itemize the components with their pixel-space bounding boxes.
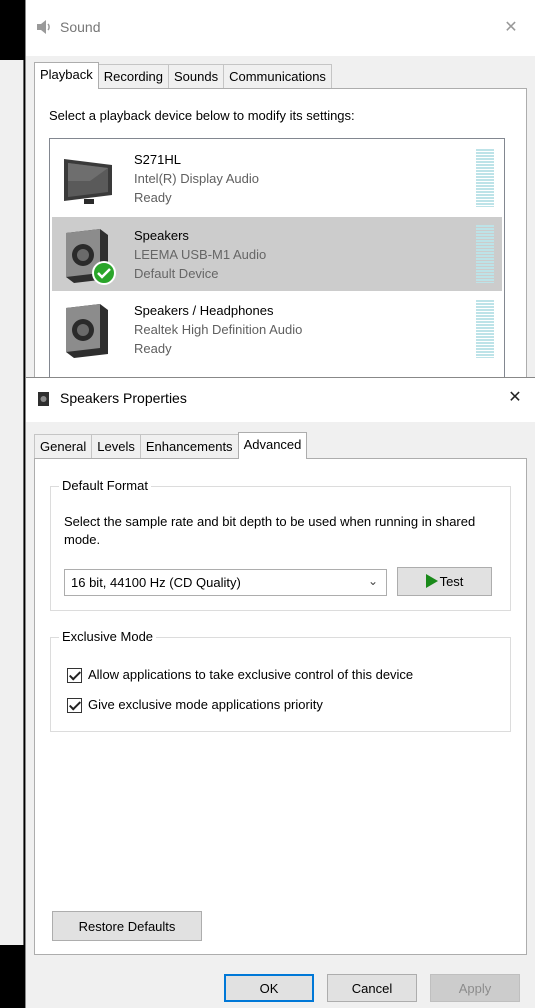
speakers-properties-window: Speakers Properties ✕ General Levels Enh… — [25, 377, 535, 1008]
device-driver: Realtek High Definition Audio — [134, 322, 303, 337]
tab-general[interactable]: General — [34, 434, 93, 459]
restore-defaults-button[interactable]: Restore Defaults — [52, 911, 202, 941]
speaker-icon — [60, 302, 118, 360]
sound-window: Sound ✕ Playback Recording Sounds Commun… — [25, 0, 535, 538]
sound-tabs: Playback Recording Sounds Communications — [34, 62, 332, 89]
tab-levels[interactable]: Levels — [91, 434, 141, 459]
speaker-icon — [60, 227, 118, 285]
device-status: Ready — [134, 190, 172, 205]
format-select[interactable]: 16 bit, 44100 Hz (CD Quality) ⌄ — [64, 569, 387, 596]
tab-playback[interactable]: Playback — [34, 62, 99, 89]
device-item-speakers[interactable]: Speakers LEEMA USB-M1 Audio Default Devi… — [52, 217, 502, 291]
checkbox-checked-icon[interactable] — [67, 668, 82, 683]
default-format-description: Select the sample rate and bit depth to … — [64, 514, 476, 547]
tab-advanced[interactable]: Advanced — [237, 432, 308, 459]
exclusive-mode-legend: Exclusive Mode — [59, 629, 157, 644]
device-item-s271hl[interactable]: S271HL Intel(R) Display Audio Ready — [52, 141, 502, 215]
monitor-icon — [60, 151, 118, 209]
speaker-app-icon — [36, 391, 52, 407]
checkbox-checked-icon[interactable] — [67, 698, 82, 713]
level-meter — [476, 149, 494, 207]
device-status: Default Device — [134, 266, 219, 281]
ok-button[interactable]: OK — [224, 974, 314, 1002]
tab-enhancements[interactable]: Enhancements — [139, 434, 239, 459]
checkbox-label[interactable]: Allow applications to take exclusive con… — [88, 667, 413, 682]
tab-sounds[interactable]: Sounds — [168, 64, 225, 89]
device-driver: LEEMA USB-M1 Audio — [134, 247, 267, 262]
level-meter — [476, 225, 494, 283]
default-format-group: Default Format Select the sample rate an… — [50, 478, 511, 611]
test-button-label: Test — [439, 574, 464, 589]
background-window-edge — [0, 60, 24, 945]
exclusive-mode-group: Exclusive Mode Allow applications to tak… — [50, 629, 511, 732]
advanced-panel: Default Format Select the sample rate an… — [34, 458, 527, 955]
device-status: Ready — [134, 341, 172, 356]
format-select-value: 16 bit, 44100 Hz (CD Quality) — [71, 575, 241, 590]
sound-window-title: Sound — [60, 19, 101, 35]
level-meter — [476, 300, 494, 358]
play-icon — [425, 574, 438, 588]
device-name: Speakers / Headphones — [134, 303, 274, 318]
props-close-icon[interactable]: ✕ — [501, 384, 529, 412]
apply-button[interactable]: Apply — [430, 974, 520, 1002]
tab-recording[interactable]: Recording — [97, 64, 170, 89]
sound-close-icon[interactable]: ✕ — [497, 14, 525, 42]
playback-instruction: Select a playback device below to modify… — [49, 108, 355, 123]
chevron-down-icon: ⌄ — [367, 574, 378, 588]
props-window-title: Speakers Properties — [60, 390, 187, 406]
default-format-legend: Default Format — [59, 478, 151, 493]
checkbox-label[interactable]: Give exclusive mode applications priorit… — [88, 697, 323, 712]
props-tabs: General Levels Enhancements Advanced — [34, 432, 308, 459]
sound-title-bar[interactable]: Sound ✕ — [26, 0, 535, 56]
props-title-bar[interactable]: Speakers Properties ✕ — [26, 378, 535, 422]
device-driver: Intel(R) Display Audio — [134, 171, 259, 186]
tab-communications[interactable]: Communications — [223, 64, 332, 89]
playback-panel: Select a playback device below to modify… — [34, 88, 527, 538]
device-item-speakers-headphones[interactable]: Speakers / Headphones Realtek High Defin… — [52, 292, 502, 366]
device-name: S271HL — [134, 152, 181, 167]
speaker-app-icon — [36, 19, 52, 35]
test-button[interactable]: Test — [397, 567, 492, 596]
cancel-button[interactable]: Cancel — [327, 974, 417, 1002]
device-name: Speakers — [134, 228, 189, 243]
